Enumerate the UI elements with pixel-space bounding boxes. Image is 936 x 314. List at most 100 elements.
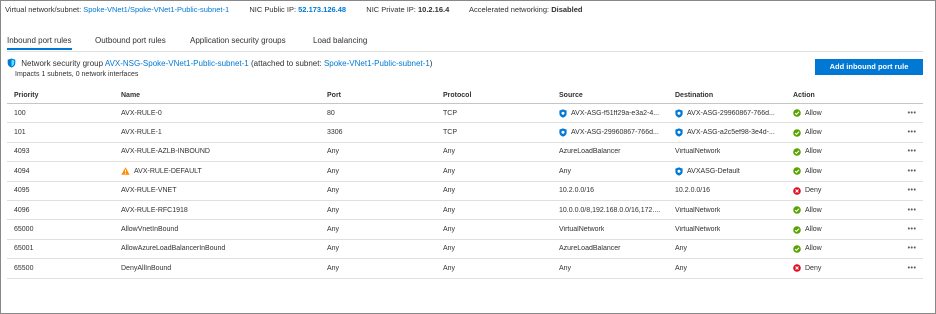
priority-cell: 65000: [14, 220, 114, 238]
port-cell: 80: [327, 104, 437, 122]
vnet-link[interactable]: Spoke-VNet1/Spoke-VNet1-Public-subnet-1: [83, 5, 229, 14]
column-header-protocol[interactable]: Protocol: [443, 87, 553, 103]
protocol-value: TCP: [443, 109, 457, 117]
protocol-cell: Any: [443, 182, 553, 200]
action-value: Allow: [805, 129, 822, 137]
column-header-source[interactable]: Source: [559, 87, 671, 103]
table-row[interactable]: 4096 AVX-RULE-RFC1918 Any Any 10.0.0.0/8,192…: [7, 201, 923, 221]
column-header-destination[interactable]: Destination: [675, 87, 787, 103]
port-value: 80: [327, 109, 335, 117]
more-icon[interactable]: •••: [905, 240, 919, 258]
nsg-prefix: Network security group: [21, 59, 104, 68]
action-value: Allow: [805, 206, 822, 214]
network-summary: Virtual network/subnet: Spoke-VNet1/Spok…: [5, 5, 582, 15]
priority-cell: 100: [14, 104, 114, 122]
priority-cell: 4096: [14, 201, 114, 219]
private-ip-label: NIC Private IP:: [366, 5, 416, 14]
name-cell: AVX-RULE-RFC1918: [121, 201, 321, 219]
more-icon[interactable]: •••: [905, 220, 919, 238]
rule-name: AVX-RULE-AZLB-INBOUND: [121, 148, 210, 156]
protocol-cell: Any: [443, 220, 553, 238]
table-header: Priority Name Port Protocol Source Desti…: [7, 87, 923, 104]
source-value: VirtualNetwork: [559, 226, 605, 234]
destination-cell: VirtualNetwork: [675, 220, 787, 238]
priority-value: 65500: [14, 264, 34, 272]
source-value: Any: [559, 264, 572, 272]
destination-cell: Any: [675, 259, 787, 277]
rule-name: AVX-RULE-RFC1918: [121, 206, 188, 214]
action-cell: Allow: [793, 143, 883, 161]
table-row[interactable]: 4095 AVX-RULE-VNET Any Any 10.2.0.0/16 10.2.0…: [7, 182, 923, 201]
destination-value: AVXASG-Default: [687, 167, 740, 175]
name-cell: AllowAzureLoadBalancerInBound: [121, 240, 321, 258]
destination-value: AVX-ASG-29960867-766d...: [687, 109, 775, 117]
public-ip-link[interactable]: 52.173.126.48: [298, 5, 346, 14]
table-row[interactable]: 65001 AllowAzureLoadBalancerInBound Any Any…: [7, 240, 923, 260]
destination-value: 10.2.0.0/16: [675, 187, 711, 195]
more-icon[interactable]: •••: [905, 182, 919, 200]
accelerated-networking-value: Disabled: [551, 5, 583, 14]
name-cell: AllowVnetInBound: [121, 220, 321, 238]
more-icon[interactable]: •••: [905, 143, 919, 161]
more-icon[interactable]: •••: [905, 123, 919, 141]
priority-value: 4095: [14, 187, 30, 195]
destination-cell: 10.2.0.0/16: [675, 182, 787, 200]
table-row[interactable]: 4093 AVX-RULE-AZLB-INBOUND Any Any AzureLoad…: [7, 143, 923, 163]
table-row[interactable]: 65500 DenyAllInBound Any Any Any Any Deny •••: [7, 259, 923, 279]
tab-application-security-groups[interactable]: Application security groups: [190, 35, 286, 47]
name-cell: AVX-RULE-1: [121, 123, 321, 141]
action-value: Allow: [805, 245, 822, 253]
priority-cell: 65500: [14, 259, 114, 277]
rule-name: DenyAllInBound: [121, 264, 172, 272]
priority-cell: 4095: [14, 182, 114, 200]
column-header-action[interactable]: Action: [793, 87, 883, 103]
table-row[interactable]: 65000 AllowVnetInBound Any Any VirtualNetwor…: [7, 220, 923, 240]
table-row[interactable]: 101 AVX-RULE-1 3306 TCP AVX-ASG-29960867-766…: [7, 123, 923, 143]
more-icon[interactable]: •••: [905, 104, 919, 122]
action-value: Allow: [805, 148, 822, 156]
subnet-link[interactable]: Spoke-VNet1-Public-subnet-1: [324, 59, 430, 68]
priority-value: 100: [14, 109, 26, 117]
protocol-cell: Any: [443, 240, 553, 258]
impacts-text: Impacts 1 subnets, 0 network interfaces: [15, 71, 139, 78]
protocol-value: Any: [443, 264, 456, 272]
rule-name: AllowAzureLoadBalancerInBound: [121, 245, 226, 253]
column-header-priority[interactable]: Priority: [14, 87, 114, 103]
name-cell: AVX-RULE-0: [121, 104, 321, 122]
table-row[interactable]: 100 AVX-RULE-0 80 TCP AVX-ASG-f51ff29a-e3a2-…: [7, 104, 923, 124]
destination-value: VirtualNetwork: [675, 206, 721, 214]
column-header-name[interactable]: Name: [121, 87, 321, 103]
check-circle-icon: [793, 109, 801, 117]
rule-name: AVX-RULE-VNET: [121, 187, 177, 195]
tab-inbound-port-rules[interactable]: Inbound port rules: [7, 35, 72, 50]
source-cell: 10.2.0.0/16: [559, 182, 671, 200]
destination-value: Any: [675, 264, 688, 272]
port-value: Any: [327, 206, 340, 214]
column-header-port[interactable]: Port: [327, 87, 437, 103]
port-value: Any: [327, 167, 340, 175]
tab-outbound-port-rules[interactable]: Outbound port rules: [95, 35, 166, 47]
more-icon[interactable]: •••: [905, 259, 919, 277]
destination-cell: AVX-ASG-29960867-766d...: [675, 104, 787, 122]
destination-value: AVX-ASG-a2c5ef98-3e4d-...: [687, 129, 775, 137]
priority-cell: 65001: [14, 240, 114, 258]
action-cell: Allow: [793, 123, 883, 141]
rule-name: AVX-RULE-1: [121, 129, 162, 137]
action-cell: Allow: [793, 201, 883, 219]
port-value: Any: [327, 148, 340, 156]
source-value: AVX-ASG-29960867-766d...: [571, 129, 659, 137]
nsg-close-paren: ): [429, 59, 433, 68]
inbound-rules-table: Priority Name Port Protocol Source Desti…: [7, 87, 923, 279]
source-value: 10.2.0.0/16: [559, 187, 595, 195]
tab-load-balancing[interactable]: Load balancing: [313, 35, 367, 47]
table-row[interactable]: 4094 AVX-RULE-DEFAULT Any Any Any AVXASG-Defa…: [7, 162, 923, 182]
source-cell: AzureLoadBalancer: [559, 240, 671, 258]
more-icon[interactable]: •••: [905, 162, 919, 180]
priority-cell: 4094: [14, 162, 114, 180]
nsg-info: Network security group AVX-NSG-Spoke-VNe…: [7, 58, 432, 69]
action-value: Deny: [805, 264, 822, 272]
nsg-name-link[interactable]: AVX-NSG-Spoke-VNet1-Public-subnet-1: [105, 59, 249, 68]
add-inbound-port-rule-button[interactable]: Add inbound port rule: [815, 59, 923, 75]
more-icon[interactable]: •••: [905, 201, 919, 219]
check-circle-icon: [793, 225, 801, 234]
